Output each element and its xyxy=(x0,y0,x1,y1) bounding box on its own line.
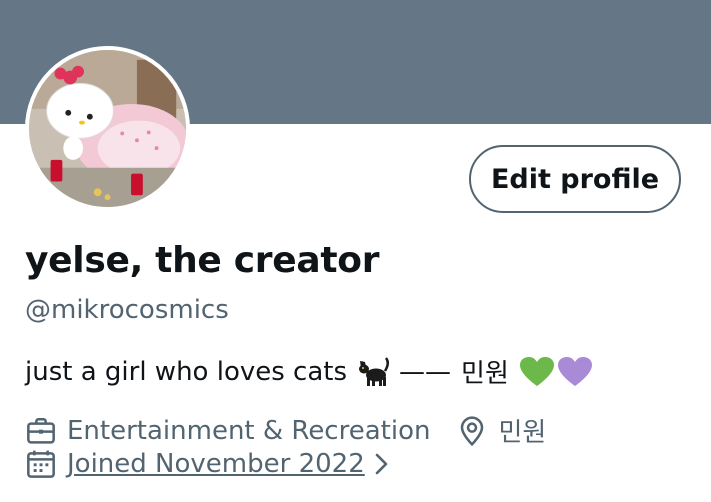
location-pin-icon xyxy=(461,415,484,446)
display-name: yelse, the creator xyxy=(25,240,380,281)
briefcase-icon xyxy=(27,417,55,444)
avatar-photo xyxy=(29,50,186,207)
edit-profile-button[interactable]: Edit profile xyxy=(469,145,681,213)
profile-bio: just a girl who loves cats —— 민원 xyxy=(25,353,593,390)
profile-page: Edit profile yelse, the creator @mikroco… xyxy=(0,0,711,502)
calendar-icon xyxy=(27,450,55,478)
black-cat-emoji-icon xyxy=(359,356,390,386)
profile-category: Entertainment & Recreation xyxy=(67,415,431,446)
bio-text: just a girl who loves cats xyxy=(25,356,348,387)
username-handle: @mikrocosmics xyxy=(25,295,229,325)
green-heart-emoji-icon xyxy=(519,356,554,386)
bio-name: 민원 xyxy=(461,359,509,389)
profile-avatar[interactable] xyxy=(25,46,190,211)
profile-joined-row: Joined November 2022 xyxy=(25,448,393,480)
profile-location: 민원 xyxy=(498,418,547,448)
joined-date-link[interactable]: Joined November 2022 xyxy=(67,449,365,479)
purple-heart-emoji-icon xyxy=(557,356,592,386)
profile-meta-row: Entertainment & Recreation 민원 xyxy=(25,412,546,449)
chevron-right-icon[interactable] xyxy=(371,449,393,479)
bio-dash: —— xyxy=(399,356,452,387)
